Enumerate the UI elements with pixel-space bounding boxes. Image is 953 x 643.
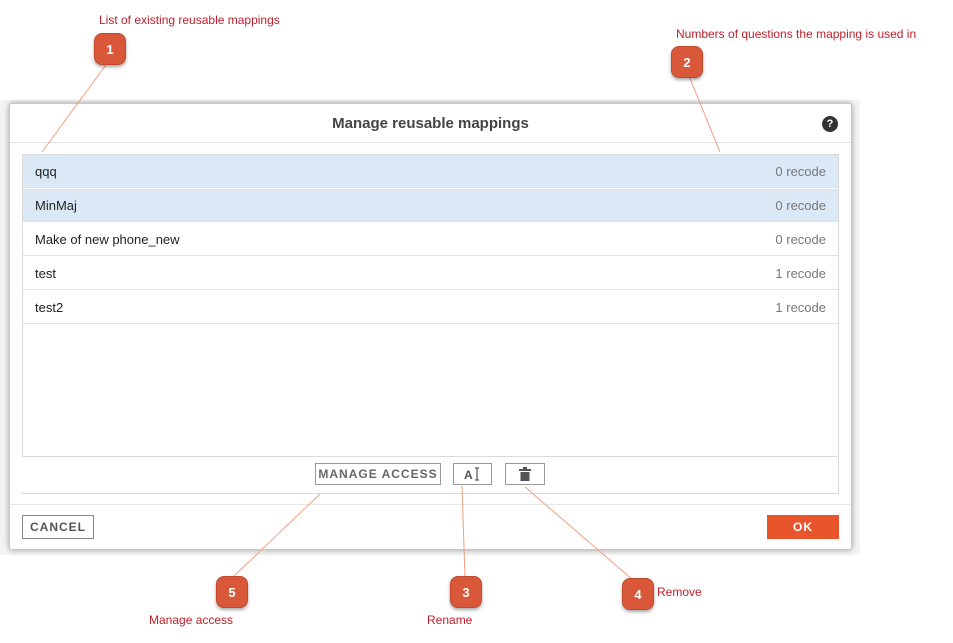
- manage-access-button[interactable]: MANAGE ACCESS: [315, 463, 441, 485]
- dialog-footer: CANCEL OK: [10, 504, 851, 550]
- manage-mappings-dialog: Manage reusable mappings ? qqq 0 recode …: [9, 103, 852, 550]
- text-cursor-icon: A: [464, 467, 479, 481]
- annotation-2-text: Numbers of questions the mapping is used…: [676, 27, 917, 41]
- rename-button[interactable]: A: [453, 463, 492, 485]
- annotation-1-text: List of existing reusable mappings: [99, 13, 280, 27]
- trash-icon: [519, 467, 531, 481]
- mapping-name: qqq: [35, 163, 57, 179]
- mapping-usage-count: 1 recode: [775, 299, 826, 315]
- annotation-5-badge: 5: [216, 576, 248, 608]
- delete-button[interactable]: [505, 463, 545, 485]
- mapping-name: Make of new phone_new: [35, 231, 180, 247]
- mapping-row[interactable]: test2 1 recode: [23, 291, 838, 324]
- dialog-title: Manage reusable mappings: [332, 114, 529, 132]
- mapping-row[interactable]: MinMaj 0 recode: [23, 189, 838, 222]
- annotation-5-text: Manage access: [149, 613, 234, 627]
- svg-text:A: A: [464, 468, 474, 481]
- annotation-3-badge: 3: [450, 576, 482, 608]
- mapping-name: test: [35, 265, 56, 281]
- annotation-4-badge: 4: [622, 578, 654, 610]
- mapping-usage-count: 1 recode: [775, 265, 826, 281]
- ok-button[interactable]: OK: [767, 515, 839, 539]
- annotation-4-text: Remove: [657, 585, 702, 599]
- mapping-name: test2: [35, 299, 64, 315]
- mapping-toolbar: MANAGE ACCESS A: [22, 456, 837, 492]
- mapping-usage-count: 0 recode: [775, 163, 826, 179]
- annotation-3-text: Rename: [427, 613, 473, 627]
- mapping-row[interactable]: Make of new phone_new 0 recode: [23, 223, 838, 256]
- mapping-row[interactable]: qqq 0 recode: [23, 155, 838, 188]
- dialog-header: Manage reusable mappings ?: [10, 104, 851, 143]
- mapping-usage-count: 0 recode: [775, 231, 826, 247]
- annotation-1-badge: 1: [94, 33, 126, 65]
- mapping-usage-count: 0 recode: [775, 197, 826, 213]
- annotation-2-badge: 2: [671, 46, 703, 78]
- mapping-list: qqq 0 recode MinMaj 0 recode Make of new…: [22, 154, 839, 494]
- cancel-button[interactable]: CANCEL: [22, 515, 94, 539]
- mapping-row[interactable]: test 1 recode: [23, 257, 838, 290]
- mapping-name: MinMaj: [35, 197, 77, 213]
- help-icon[interactable]: ?: [822, 116, 838, 132]
